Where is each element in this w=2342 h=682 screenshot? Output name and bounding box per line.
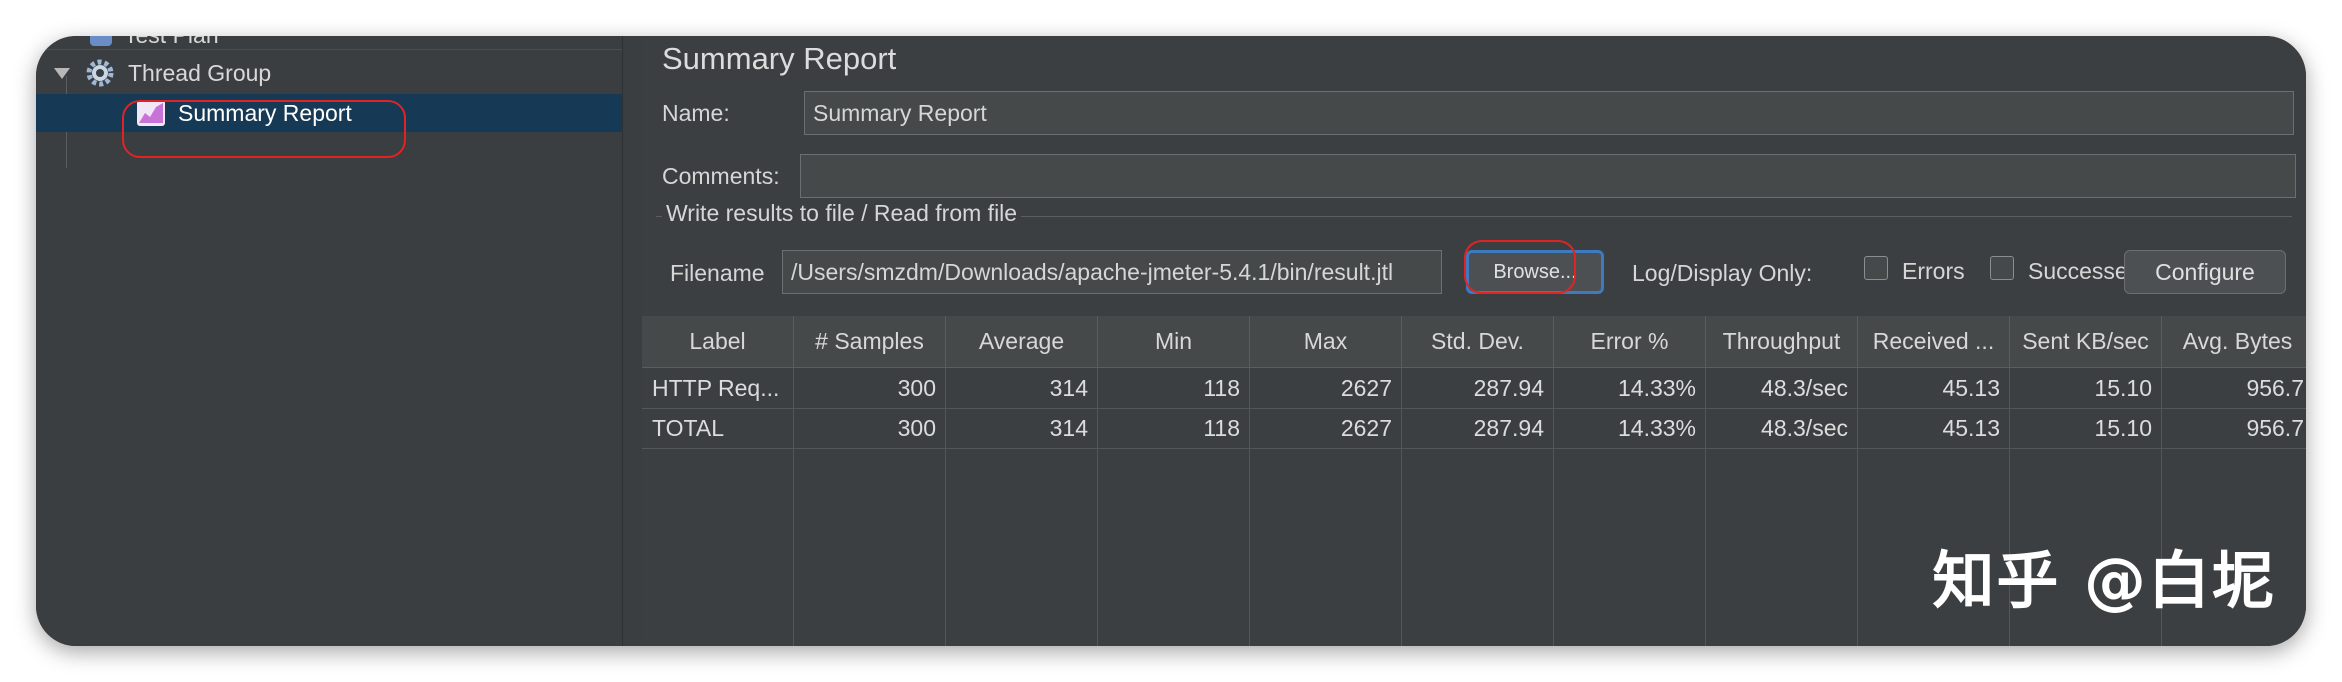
table-cell[interactable]: 314 bbox=[946, 408, 1098, 448]
table-cell[interactable]: 14.33% bbox=[1554, 368, 1706, 408]
test-plan-tree: Test Plan Thread Group Summary Report bbox=[36, 36, 622, 646]
file-group-title: Write results to file / Read from file bbox=[662, 200, 1022, 227]
table-cell[interactable]: 300 bbox=[794, 368, 946, 408]
tree-divider bbox=[36, 49, 622, 50]
watermark-text: 知乎 @白坭 bbox=[1932, 544, 2276, 617]
table-cell[interactable]: 118 bbox=[1098, 368, 1250, 408]
column-header-average[interactable]: Average bbox=[946, 316, 1098, 368]
tree-item-label: Summary Report bbox=[178, 99, 352, 126]
table-cell[interactable]: 14.33% bbox=[1554, 408, 1706, 448]
table-cell[interactable]: 48.3/sec bbox=[1706, 368, 1858, 408]
table-cell[interactable]: 48.3/sec bbox=[1706, 408, 1858, 448]
column-header-std-dev[interactable]: Std. Dev. bbox=[1402, 316, 1554, 368]
errors-checkbox[interactable] bbox=[1864, 256, 1888, 280]
comments-field[interactable] bbox=[800, 154, 2296, 198]
table-cell[interactable]: 287.94 bbox=[1402, 368, 1554, 408]
column-header-max[interactable]: Max bbox=[1250, 316, 1402, 368]
table-cell[interactable]: 300 bbox=[794, 408, 946, 448]
table-cell[interactable]: 287.94 bbox=[1402, 408, 1554, 448]
filename-field[interactable]: /Users/smzdm/Downloads/apache-jmeter-5.4… bbox=[782, 250, 1442, 294]
column-header-throughput[interactable]: Throughput bbox=[1706, 316, 1858, 368]
expand-triangle-icon[interactable] bbox=[54, 67, 70, 79]
summary-report-panel: Summary Report Name: Summary Report Comm… bbox=[642, 36, 2306, 646]
tree-item-test-plan[interactable]: Test Plan bbox=[90, 36, 219, 54]
table-cell[interactable]: 314 bbox=[946, 368, 1098, 408]
table-cell[interactable]: 118 bbox=[1098, 408, 1250, 448]
row-divider bbox=[642, 448, 2306, 449]
table-cell[interactable]: 15.10 bbox=[2010, 368, 2162, 408]
name-field[interactable]: Summary Report bbox=[804, 91, 2294, 135]
table-cell[interactable]: HTTP Req... bbox=[642, 368, 794, 408]
configure-button[interactable]: Configure bbox=[2124, 250, 2286, 294]
column-header-error-pct[interactable]: Error % bbox=[1554, 316, 1706, 368]
split-pane-divider[interactable] bbox=[622, 36, 644, 646]
tree-item-thread-group[interactable]: Thread Group bbox=[54, 54, 622, 92]
tree-item-label: Thread Group bbox=[128, 59, 272, 86]
browse-button[interactable]: Browse... bbox=[1466, 250, 1604, 294]
test-plan-icon bbox=[90, 36, 112, 46]
table-cell[interactable]: 45.13 bbox=[1858, 408, 2010, 448]
table-cell[interactable]: 2627 bbox=[1250, 368, 1402, 408]
table-cell[interactable]: 2627 bbox=[1250, 408, 1402, 448]
table-cell[interactable]: 956.7 bbox=[2162, 408, 2306, 448]
tree-item-summary-report[interactable]: Summary Report bbox=[36, 94, 622, 132]
column-header-min[interactable]: Min bbox=[1098, 316, 1250, 368]
column-header-sent[interactable]: Sent KB/sec bbox=[2010, 316, 2162, 368]
table-cell[interactable]: 956.7 bbox=[2162, 368, 2306, 408]
tree-item-label: Test Plan bbox=[124, 36, 219, 49]
gear-icon bbox=[86, 59, 114, 87]
jmeter-window: Test Plan Thread Group Summary Report Su… bbox=[36, 36, 2306, 646]
log-display-label: Log/Display Only: bbox=[1632, 260, 1813, 286]
summary-report-icon bbox=[137, 100, 165, 126]
filename-label: Filename bbox=[670, 260, 765, 286]
comments-label: Comments: bbox=[662, 163, 780, 189]
table-cell[interactable]: TOTAL bbox=[642, 408, 794, 448]
successes-label: Successes bbox=[2028, 258, 2140, 284]
column-header-samples[interactable]: # Samples bbox=[794, 316, 946, 368]
name-label: Name: bbox=[662, 100, 730, 126]
table-cell[interactable]: 45.13 bbox=[1858, 368, 2010, 408]
column-header-label[interactable]: Label bbox=[642, 316, 794, 368]
column-header-received[interactable]: Received ... bbox=[1858, 316, 2010, 368]
column-header-avg-bytes[interactable]: Avg. Bytes bbox=[2162, 316, 2306, 368]
errors-label: Errors bbox=[1902, 258, 1965, 284]
table-cell[interactable]: 15.10 bbox=[2010, 408, 2162, 448]
panel-title: Summary Report bbox=[662, 41, 897, 76]
successes-checkbox[interactable] bbox=[1990, 256, 2014, 280]
